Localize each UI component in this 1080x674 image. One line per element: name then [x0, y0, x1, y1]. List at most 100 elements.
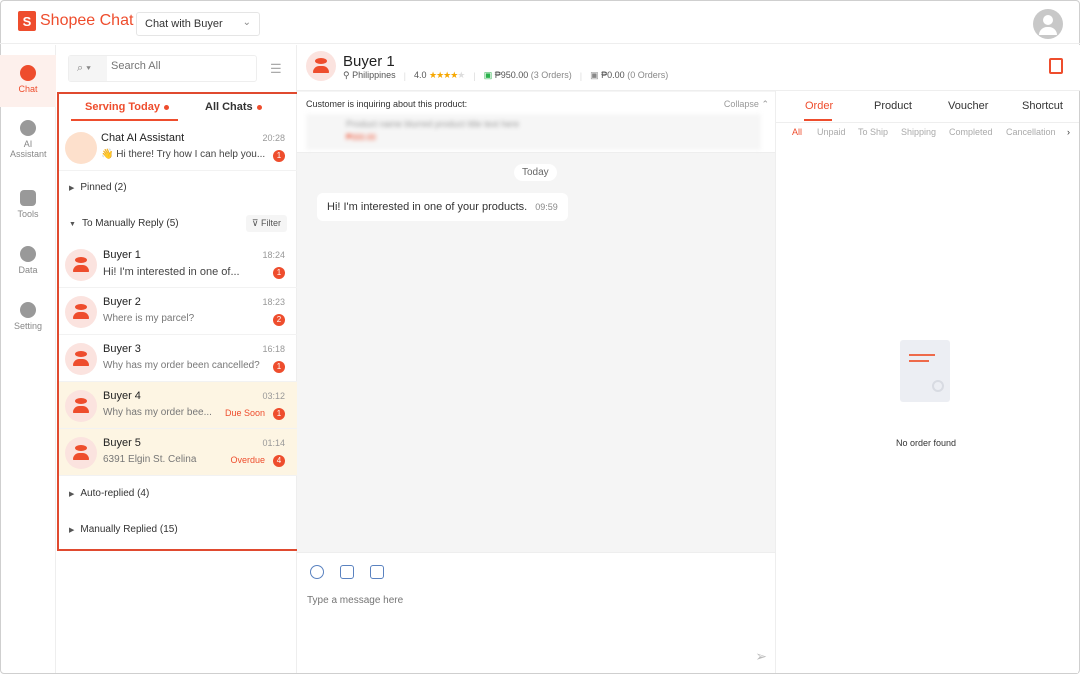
- brand-name: Shopee Chat: [40, 12, 134, 29]
- chat-name: Buyer 3: [103, 343, 141, 355]
- conversation-item[interactable]: Buyer 3 16:18 Why has my order been canc…: [59, 335, 297, 382]
- list-sort-icon[interactable]: ☰: [270, 61, 282, 77]
- search-box[interactable]: ⌕ ▾: [68, 55, 257, 82]
- stars-icon: ★★★★: [429, 70, 458, 80]
- pie-chart-icon: [20, 246, 36, 262]
- caret-right-icon: ▶: [69, 527, 75, 534]
- filter-shipping[interactable]: Shipping: [901, 127, 936, 137]
- unpaid-count: (0 Orders): [627, 70, 669, 80]
- message-composer: ➢: [297, 552, 775, 673]
- unread-badge: 1: [273, 361, 285, 373]
- search-input[interactable]: [111, 60, 251, 72]
- paid-count: (3 Orders): [530, 70, 572, 80]
- user-avatar[interactable]: [1033, 9, 1063, 39]
- filter-unpaid[interactable]: Unpaid: [817, 127, 846, 137]
- mode-dropdown[interactable]: Chat with Buyer ⌄: [136, 12, 260, 36]
- message-text: Hi! I'm interested in one of your produc…: [327, 201, 528, 213]
- section-label: Manually Replied (15): [80, 524, 178, 535]
- chat-name: Chat AI Assistant: [101, 132, 185, 144]
- collapse-button[interactable]: Collapse ⌃: [724, 99, 769, 110]
- image-icon[interactable]: [340, 565, 354, 579]
- chat-header: [297, 45, 1080, 91]
- date-divider: Today: [514, 164, 557, 181]
- toggle-panel-icon[interactable]: [1049, 58, 1063, 74]
- nav-ai-assistant[interactable]: AI Assistant: [0, 120, 56, 159]
- nav-setting[interactable]: Setting: [0, 302, 56, 331]
- caret-down-icon: ▼: [69, 221, 76, 228]
- collapse-label: Collapse: [723, 99, 759, 109]
- chat-time: 16:18: [262, 344, 285, 354]
- filter-cancellation[interactable]: Cancellation: [1006, 127, 1056, 137]
- tab-serving-today[interactable]: Serving Today: [85, 101, 169, 113]
- buyer-avatar: [306, 51, 336, 81]
- divider: [776, 122, 1079, 123]
- video-icon[interactable]: [370, 565, 384, 579]
- paid-orders: ▣ ₱950.00 (3 Orders): [483, 70, 572, 80]
- filter-button[interactable]: ⊽ Filter: [245, 215, 287, 232]
- section-label: Pinned (2): [80, 182, 127, 193]
- gear-icon: [20, 302, 36, 318]
- chat-name: Buyer 1: [103, 249, 141, 261]
- nav-label: Tools: [17, 209, 39, 219]
- section-manually-replied[interactable]: ▶ Manually Replied (15): [59, 524, 297, 535]
- buyer-avatar: [65, 390, 97, 422]
- chat-preview: 6391 Elgin St. Celina: [103, 454, 197, 465]
- section-auto-replied[interactable]: ▶ Auto-replied (4): [59, 488, 297, 499]
- message-bubble: Hi! I'm interested in one of your produc…: [317, 193, 568, 221]
- grid-icon: [20, 190, 36, 206]
- conversation-item[interactable]: Buyer 4 03:12 Why has my order bee... Du…: [59, 382, 297, 429]
- inquiry-label: Customer is inquiring about this product…: [306, 99, 468, 109]
- section-label: Auto-replied (4): [80, 488, 150, 499]
- nav-label: Chat: [18, 84, 38, 94]
- send-icon[interactable]: ➢: [755, 648, 767, 665]
- chat-name: Buyer 5: [103, 437, 141, 449]
- buyer-avatar: [65, 296, 97, 328]
- tab-all-chats[interactable]: All Chats: [205, 101, 262, 113]
- chat-time: 20:28: [262, 133, 285, 143]
- buyer-name[interactable]: Buyer 1: [343, 53, 395, 70]
- sla-tag: Overdue: [230, 455, 265, 465]
- tab-product[interactable]: Product: [874, 100, 912, 112]
- ai-assistant-chat[interactable]: Chat AI Assistant 20:28 👋 Hi there! Try …: [59, 125, 297, 171]
- message-time: 09:59: [535, 202, 558, 212]
- rating-value: 4.0: [413, 70, 427, 80]
- tab-voucher[interactable]: Voucher: [948, 100, 988, 112]
- filter-all[interactable]: All: [792, 127, 802, 137]
- message-input[interactable]: [307, 595, 747, 606]
- unpaid-orders: ▣ ₱0.00 (0 Orders): [590, 70, 669, 80]
- tab-order[interactable]: Order: [805, 100, 833, 112]
- rating: 4.0 ★★★★★: [414, 70, 465, 81]
- chat-time: 03:12: [262, 391, 285, 401]
- section-pinned[interactable]: ▶ Pinned (2): [59, 182, 297, 193]
- filter-to-ship[interactable]: To Ship: [858, 127, 888, 137]
- conversation-list: Serving Today All Chats Chat AI Assistan…: [57, 92, 299, 551]
- location: ⚲ Philippines: [343, 70, 396, 80]
- unread-badge: 1: [273, 408, 285, 420]
- nav-chat[interactable]: Chat: [0, 55, 56, 107]
- nav-data[interactable]: Data: [0, 246, 56, 275]
- chat-preview: Why has my order been cancelled?: [103, 360, 260, 371]
- product-card[interactable]: Product name blurred product title text …: [306, 114, 761, 150]
- filter-completed[interactable]: Completed: [949, 127, 993, 137]
- logo: S Shopee Chat: [18, 11, 133, 31]
- caret-right-icon: ▶: [69, 185, 75, 192]
- star-empty-icon: ★: [457, 70, 466, 80]
- shopee-bag-icon: S: [18, 11, 36, 31]
- chevron-right-icon[interactable]: ›: [1067, 127, 1070, 137]
- nav-tools[interactable]: Tools: [0, 190, 56, 219]
- emoji-icon[interactable]: [310, 565, 324, 579]
- conversation-item[interactable]: Buyer 5 01:14 6391 Elgin St. Celina Over…: [59, 429, 297, 476]
- tab-shortcut[interactable]: Shortcut: [1022, 100, 1063, 112]
- section-to-manually-reply[interactable]: ▼ To Manually Reply (5) ⊽ Filter: [59, 215, 297, 232]
- nav-label: Data: [18, 265, 38, 275]
- product-inquiry: Customer is inquiring about this product…: [297, 92, 775, 153]
- active-tab-indicator: [71, 119, 178, 121]
- chat-name: Buyer 2: [103, 296, 141, 308]
- search-icon[interactable]: ⌕ ▾: [69, 56, 107, 81]
- empty-state-text: No order found: [896, 438, 957, 448]
- conversation-item[interactable]: Buyer 2 18:23 Where is my parcel? 2: [59, 288, 297, 335]
- conversation-item[interactable]: Buyer 1 18:24 Hi! I'm interested in one …: [59, 241, 297, 288]
- buyer-avatar: [65, 437, 97, 469]
- sla-tag: Due Soon: [224, 408, 265, 418]
- product-price: ₱000.00: [346, 133, 376, 142]
